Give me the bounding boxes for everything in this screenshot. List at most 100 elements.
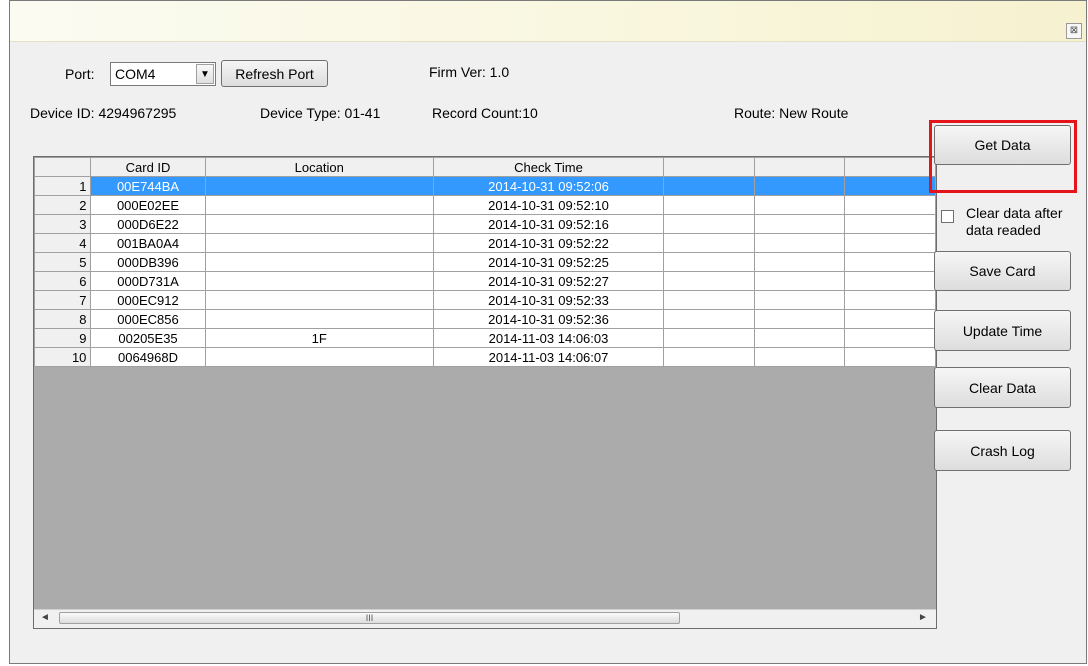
empty-cell[interactable] xyxy=(753,271,846,291)
location-cell[interactable] xyxy=(204,347,434,367)
row-number-cell[interactable]: 3 xyxy=(34,214,92,234)
horizontal-scrollbar[interactable]: ◄ III ► xyxy=(34,609,936,628)
card-id-cell[interactable]: 000EC912 xyxy=(90,290,206,310)
update-time-button[interactable]: Update Time xyxy=(934,310,1071,351)
check-time-cell[interactable]: 2014-10-31 09:52:33 xyxy=(432,290,665,310)
card-id-cell[interactable]: 000E02EE xyxy=(90,195,206,215)
get-data-button[interactable]: Get Data xyxy=(934,125,1071,165)
empty-cell[interactable] xyxy=(753,309,846,329)
empty-cell[interactable] xyxy=(663,252,755,272)
empty-cell[interactable] xyxy=(663,328,755,348)
crash-log-button[interactable]: Crash Log xyxy=(934,430,1071,471)
table-row[interactable]: 5 000DB396 2014-10-31 09:52:25 xyxy=(34,252,936,272)
column-header-blank[interactable] xyxy=(663,157,755,177)
empty-cell[interactable] xyxy=(663,233,755,253)
table-row[interactable]: 7 000EC912 2014-10-31 09:52:33 xyxy=(34,290,936,310)
location-cell[interactable] xyxy=(204,176,434,196)
location-cell[interactable] xyxy=(204,271,434,291)
row-number-cell[interactable]: 9 xyxy=(34,328,92,348)
row-number-cell[interactable]: 6 xyxy=(34,271,92,291)
card-id-cell[interactable]: 000D731A xyxy=(90,271,206,291)
location-cell[interactable]: 1F xyxy=(204,328,434,348)
scroll-right-icon[interactable]: ► xyxy=(918,612,928,623)
empty-cell[interactable] xyxy=(753,290,846,310)
empty-cell[interactable] xyxy=(844,252,936,272)
scrollbar-thumb[interactable]: III xyxy=(59,612,680,624)
location-cell[interactable] xyxy=(204,252,434,272)
check-time-cell[interactable]: 2014-11-03 14:06:03 xyxy=(432,328,665,348)
check-time-cell[interactable]: 2014-10-31 09:52:06 xyxy=(432,176,665,196)
empty-cell[interactable] xyxy=(844,233,936,253)
empty-cell[interactable] xyxy=(753,328,846,348)
table-row[interactable]: 6 000D731A 2014-10-31 09:52:27 xyxy=(34,271,936,291)
empty-cell[interactable] xyxy=(753,233,846,253)
check-time-cell[interactable]: 2014-10-31 09:52:25 xyxy=(432,252,665,272)
empty-cell[interactable] xyxy=(844,328,936,348)
table-row[interactable]: 1 00E744BA 2014-10-31 09:52:06 xyxy=(34,176,936,196)
check-time-cell[interactable]: 2014-10-31 09:52:27 xyxy=(432,271,665,291)
column-header-card-id[interactable]: Card ID xyxy=(90,157,206,177)
card-id-cell[interactable]: 000DB396 xyxy=(90,252,206,272)
check-time-cell[interactable]: 2014-10-31 09:52:10 xyxy=(432,195,665,215)
clear-data-button[interactable]: Clear Data xyxy=(934,367,1071,408)
clear-after-read-checkbox[interactable] xyxy=(941,210,954,223)
empty-cell[interactable] xyxy=(753,347,846,367)
row-number-cell[interactable]: 5 xyxy=(34,252,92,272)
empty-cell[interactable] xyxy=(844,176,936,196)
table-row[interactable]: 9 00205E35 1F 2014-11-03 14:06:03 xyxy=(34,328,936,348)
table-row[interactable]: 8 000EC856 2014-10-31 09:52:36 xyxy=(34,309,936,329)
empty-cell[interactable] xyxy=(663,176,755,196)
column-header-blank[interactable] xyxy=(844,157,936,177)
table-row[interactable]: 4 001BA0A4 2014-10-31 09:52:22 xyxy=(34,233,936,253)
scroll-left-icon[interactable]: ◄ xyxy=(40,612,50,623)
empty-cell[interactable] xyxy=(663,271,755,291)
card-id-cell[interactable]: 0064968D xyxy=(90,347,206,367)
row-number-cell[interactable]: 8 xyxy=(34,309,92,329)
column-header-blank[interactable] xyxy=(753,157,846,177)
empty-cell[interactable] xyxy=(663,195,755,215)
location-cell[interactable] xyxy=(204,195,434,215)
empty-cell[interactable] xyxy=(753,195,846,215)
card-id-cell[interactable]: 001BA0A4 xyxy=(90,233,206,253)
empty-cell[interactable] xyxy=(753,252,846,272)
table-row[interactable]: 2 000E02EE 2014-10-31 09:52:10 xyxy=(34,195,936,215)
location-cell[interactable] xyxy=(204,309,434,329)
column-header-check-time[interactable]: Check Time xyxy=(432,157,665,177)
empty-cell[interactable] xyxy=(753,176,846,196)
data-grid[interactable]: Card ID Location Check Time 1 00E744BA 201… xyxy=(33,156,937,629)
close-icon[interactable]: ⊠ xyxy=(1066,23,1082,39)
table-row[interactable]: 10 0064968D 2014-11-03 14:06:07 xyxy=(34,347,936,367)
empty-cell[interactable] xyxy=(844,309,936,329)
empty-cell[interactable] xyxy=(753,214,846,234)
empty-cell[interactable] xyxy=(844,290,936,310)
row-number-cell[interactable]: 4 xyxy=(34,233,92,253)
empty-cell[interactable] xyxy=(844,214,936,234)
card-id-cell[interactable]: 000EC856 xyxy=(90,309,206,329)
location-cell[interactable] xyxy=(204,290,434,310)
save-card-button[interactable]: Save Card xyxy=(934,251,1071,291)
row-number-cell[interactable]: 7 xyxy=(34,290,92,310)
empty-cell[interactable] xyxy=(844,271,936,291)
check-time-cell[interactable]: 2014-10-31 09:52:16 xyxy=(432,214,665,234)
empty-cell[interactable] xyxy=(663,309,755,329)
location-cell[interactable] xyxy=(204,214,434,234)
row-number-cell[interactable]: 1 xyxy=(34,176,92,196)
table-row[interactable]: 3 000D6E22 2014-10-31 09:52:16 xyxy=(34,214,936,234)
row-number-cell[interactable]: 2 xyxy=(34,195,92,215)
empty-cell[interactable] xyxy=(844,347,936,367)
column-header-location[interactable]: Location xyxy=(204,157,434,177)
empty-cell[interactable] xyxy=(663,290,755,310)
check-time-cell[interactable]: 2014-10-31 09:52:36 xyxy=(432,309,665,329)
location-cell[interactable] xyxy=(204,233,434,253)
card-id-cell[interactable]: 00205E35 xyxy=(90,328,206,348)
empty-cell[interactable] xyxy=(663,347,755,367)
check-time-cell[interactable]: 2014-10-31 09:52:22 xyxy=(432,233,665,253)
check-time-cell[interactable]: 2014-11-03 14:06:07 xyxy=(432,347,665,367)
refresh-port-button[interactable]: Refresh Port xyxy=(221,60,328,87)
card-id-cell[interactable]: 00E744BA xyxy=(90,176,206,196)
port-select[interactable]: COM4 ▼ xyxy=(110,62,216,86)
chevron-down-icon[interactable]: ▼ xyxy=(196,64,214,84)
card-id-cell[interactable]: 000D6E22 xyxy=(90,214,206,234)
row-number-cell[interactable]: 10 xyxy=(34,347,92,367)
empty-cell[interactable] xyxy=(663,214,755,234)
